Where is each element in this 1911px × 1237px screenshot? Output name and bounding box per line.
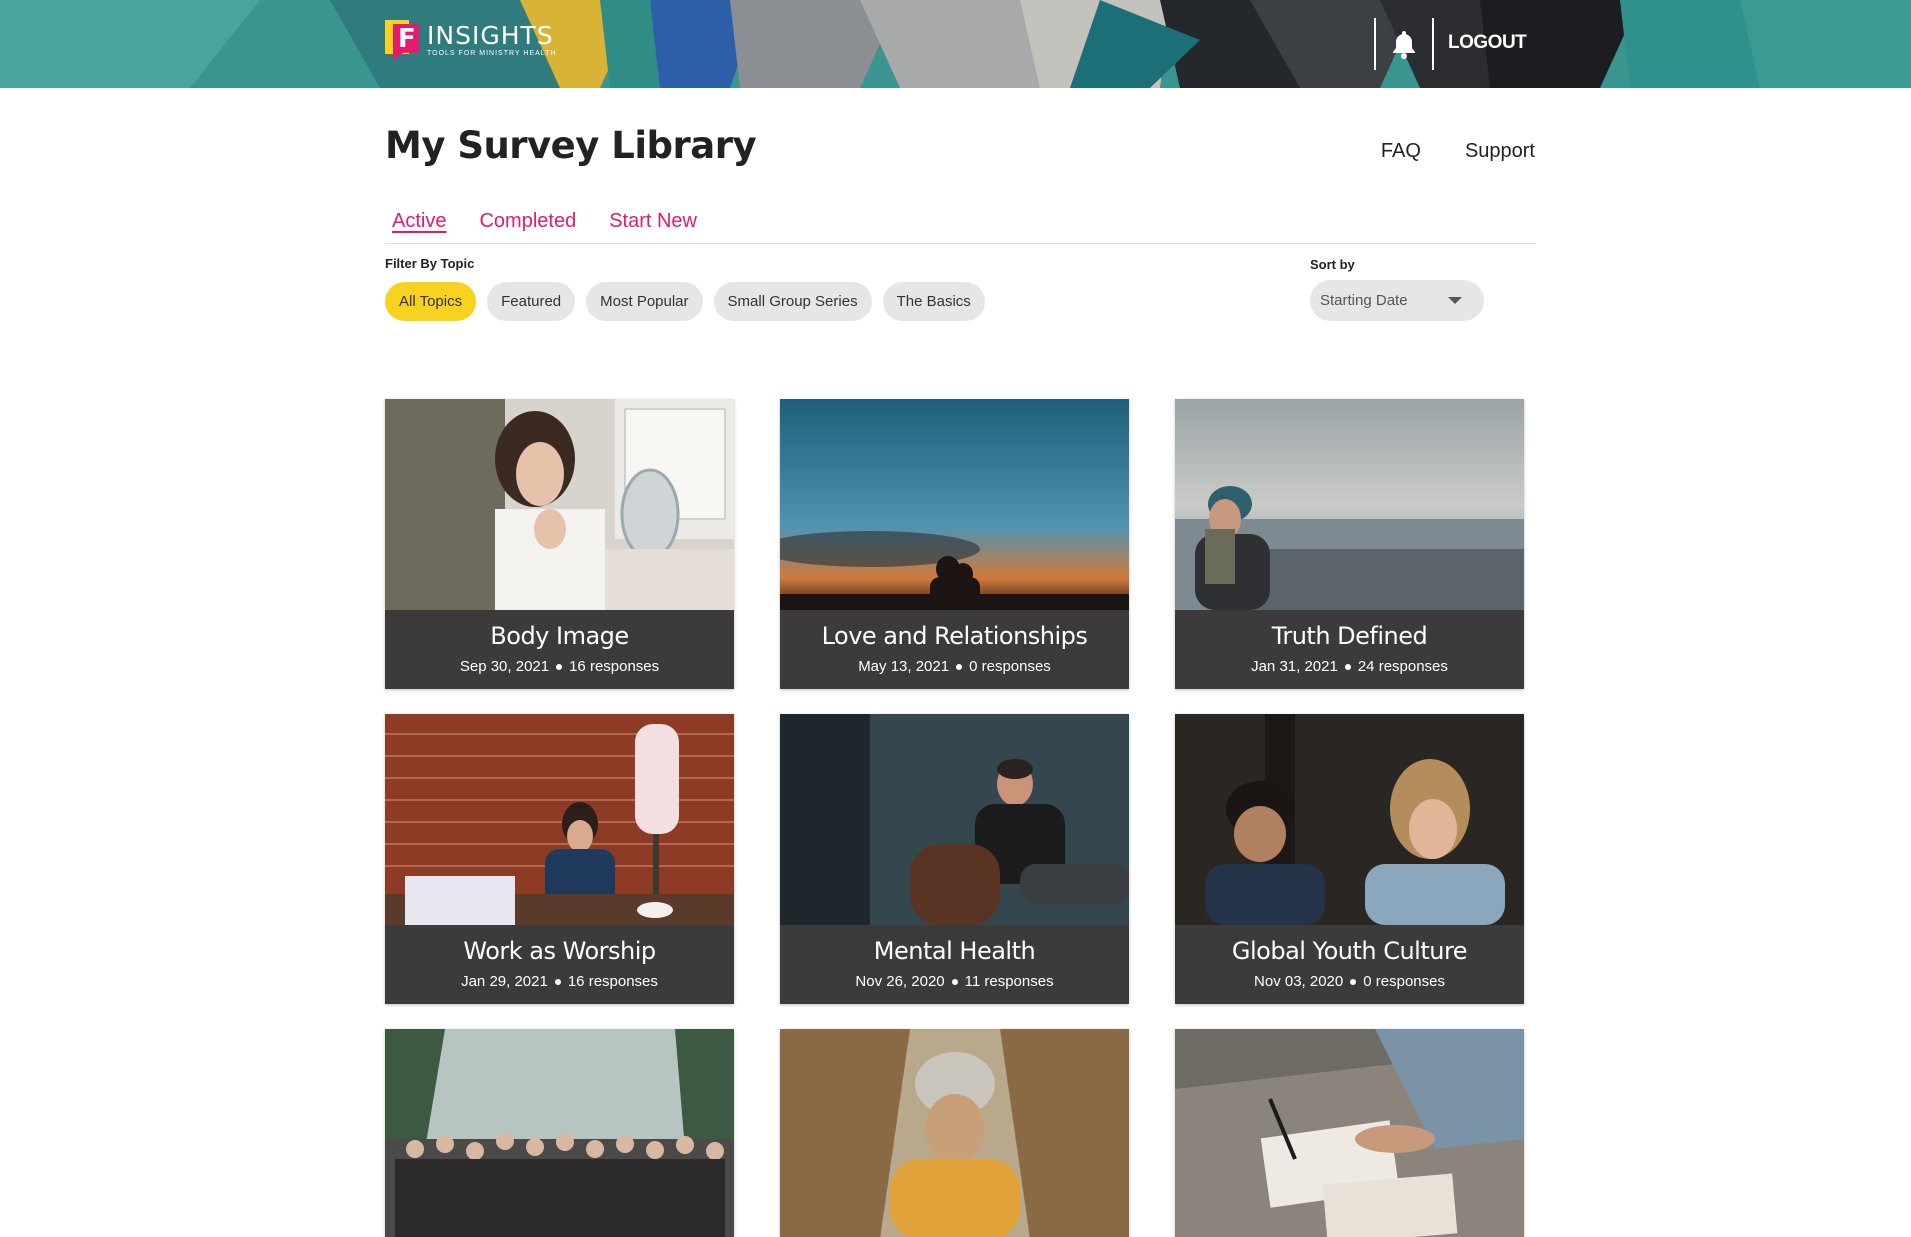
tab-completed[interactable]: Completed	[479, 210, 576, 243]
survey-card[interactable]: Mental Health Nov 26, 2020 11 responses	[780, 714, 1129, 1004]
survey-card[interactable]	[1175, 1029, 1524, 1237]
filter-label: Filter By Topic	[385, 256, 475, 271]
survey-image	[385, 714, 734, 925]
survey-image	[780, 399, 1129, 610]
survey-title: Work as Worship	[463, 937, 656, 965]
survey-title: Mental Health	[873, 937, 1036, 965]
survey-title: Body Image	[490, 622, 629, 650]
tab-start-new[interactable]: Start New	[609, 210, 697, 243]
survey-image	[385, 1029, 734, 1237]
survey-caption: Truth Defined Jan 31, 2021 24 responses	[1175, 610, 1524, 689]
support-link[interactable]: Support	[1465, 140, 1535, 163]
sort-select[interactable]: Starting Date	[1310, 280, 1484, 321]
survey-title: Global Youth Culture	[1231, 937, 1468, 965]
survey-tabs: Active Completed Start New	[385, 210, 1536, 244]
survey-date: Nov 03, 2020	[1254, 973, 1344, 990]
logo-title: INSIGHTS	[427, 21, 554, 50]
survey-caption: Love and Relationships May 13, 2021 0 res…	[780, 610, 1129, 689]
survey-card[interactable]: Global Youth Culture Nov 03, 2020 0 respo…	[1175, 714, 1524, 1004]
survey-title: Love and Relationships	[821, 622, 1088, 650]
survey-card[interactable]: Truth Defined Jan 31, 2021 24 responses	[1175, 399, 1524, 689]
survey-title: Truth Defined	[1271, 622, 1428, 650]
survey-image	[1175, 714, 1524, 925]
banner-art	[0, 0, 1911, 88]
chip-the-basics[interactable]: The Basics	[882, 282, 985, 321]
chip-all-topics[interactable]: All Topics	[385, 282, 477, 321]
chip-featured[interactable]: Featured	[487, 282, 576, 321]
survey-date: Jan 31, 2021	[1251, 658, 1338, 675]
survey-date: May 13, 2021	[858, 658, 950, 675]
survey-responses: 11 responses	[964, 973, 1054, 990]
sort-label: Sort by	[1310, 257, 1355, 272]
survey-responses: 0 responses	[1363, 973, 1445, 990]
survey-card[interactable]: Love and Relationships May 13, 2021 0 res…	[780, 399, 1129, 689]
tab-active[interactable]: Active	[392, 210, 446, 243]
logout-button[interactable]: LOGOUT	[1448, 32, 1527, 54]
bell-icon	[1393, 31, 1415, 59]
survey-caption: Body Image Sep 30, 2021 16 responses	[385, 610, 734, 689]
survey-responses: 24 responses	[1357, 658, 1448, 675]
header-banner: F INSIGHTS TOOLS FOR MINISTRY HEALTH LOG…	[0, 0, 1911, 88]
survey-date: Sep 30, 2021	[459, 658, 550, 675]
survey-responses: 16 responses	[569, 658, 660, 675]
sort-value: Starting Date	[1320, 292, 1408, 309]
survey-image	[1175, 1029, 1524, 1237]
chip-small-group-series[interactable]: Small Group Series	[713, 282, 872, 321]
faq-link[interactable]: FAQ	[1381, 140, 1421, 163]
page-title: My Survey Library	[385, 124, 757, 167]
survey-card[interactable]	[385, 1029, 734, 1237]
survey-caption: Global Youth Culture Nov 03, 2020 0 respo…	[1175, 925, 1524, 1004]
survey-image	[1175, 399, 1524, 610]
logo-subtitle: TOOLS FOR MINISTRY HEALTH	[427, 50, 557, 57]
top-links: FAQ Support	[1381, 140, 1535, 163]
survey-card[interactable]: Body Image Sep 30, 2021 16 responses	[385, 399, 734, 689]
survey-caption: Mental Health Nov 26, 2020 11 responses	[780, 925, 1129, 1004]
survey-image	[385, 399, 734, 610]
topic-filter-chips: All Topics Featured Most Popular Small G…	[385, 282, 985, 321]
survey-date: Nov 26, 2020	[855, 973, 945, 990]
survey-caption: Work as Worship Jan 29, 2021 16 responses	[385, 925, 734, 1004]
chip-most-popular[interactable]: Most Popular	[586, 282, 703, 321]
logo[interactable]: F INSIGHTS TOOLS FOR MINISTRY HEALTH	[385, 20, 557, 60]
survey-image	[780, 714, 1129, 925]
survey-card[interactable]	[780, 1029, 1129, 1237]
survey-image	[780, 1029, 1129, 1237]
notifications-button[interactable]	[1374, 18, 1434, 70]
logo-mark-icon: F	[385, 20, 419, 60]
survey-card[interactable]: Work as Worship Jan 29, 2021 16 responses	[385, 714, 734, 1004]
survey-date: Jan 29, 2021	[461, 973, 548, 990]
chevron-down-icon	[1448, 297, 1462, 304]
survey-responses: 0 responses	[969, 658, 1051, 675]
survey-responses: 16 responses	[567, 973, 658, 990]
